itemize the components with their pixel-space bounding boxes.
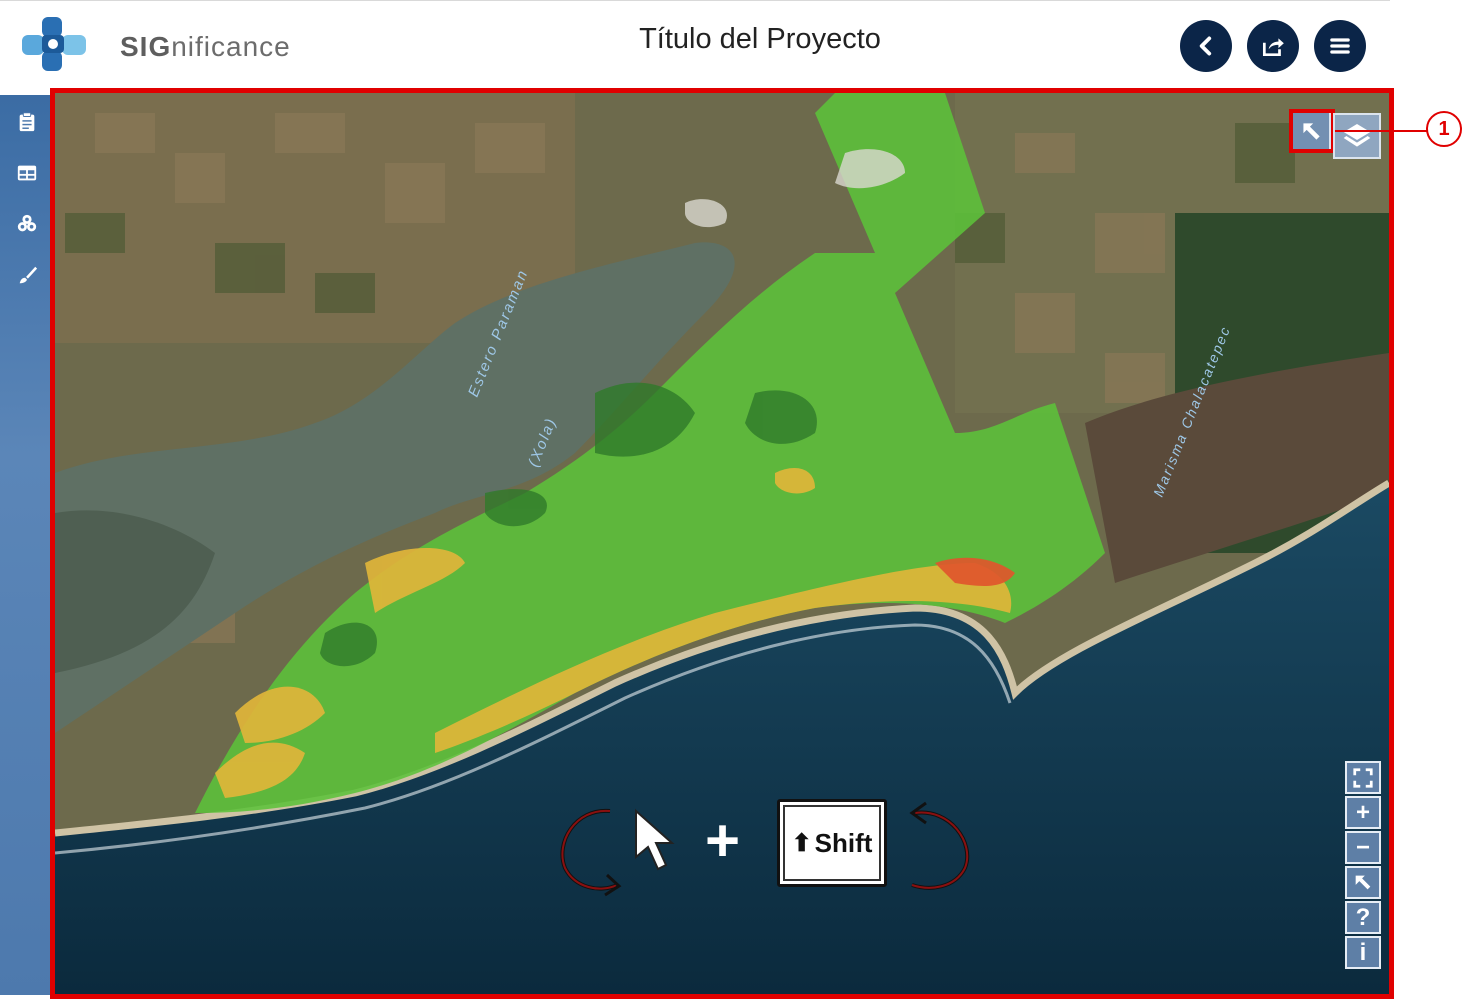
zoom-in-button[interactable]: +: [1345, 796, 1381, 829]
zoom-out-button[interactable]: −: [1345, 831, 1381, 864]
arrow-up-icon: ⬆: [791, 829, 812, 857]
info-button[interactable]: i: [1345, 936, 1381, 969]
menu-button[interactable]: [1314, 20, 1366, 72]
highlight-box: [1289, 109, 1335, 153]
cursor-arrow-icon: [635, 808, 675, 871]
rotate-hint: + ⬆ Shift: [555, 793, 985, 903]
project-title: Título del Proyecto: [639, 23, 881, 55]
layers-stack-icon: [17, 214, 37, 232]
significance-logo-icon: [22, 17, 86, 71]
arrow-up-left-icon: [1355, 875, 1371, 889]
help-button[interactable]: ?: [1345, 901, 1381, 934]
back-button[interactable]: [1180, 20, 1232, 72]
reset-north-button[interactable]: [1345, 866, 1381, 899]
hamburger-menu-icon: [1330, 38, 1350, 54]
brand-name: SIGnificance: [120, 31, 291, 62]
share-icon: [1262, 38, 1284, 57]
layers-button[interactable]: [1333, 113, 1381, 159]
table-icon: [17, 165, 37, 181]
sidebar-item-summary[interactable]: [14, 109, 40, 135]
sidebar-item-table[interactable]: [14, 160, 40, 186]
rotate-arrow-right-icon: [909, 801, 970, 890]
callout-number: 1: [1426, 111, 1462, 147]
share-button[interactable]: [1247, 20, 1299, 72]
left-sidebar: [0, 95, 50, 995]
sidebar-item-style[interactable]: [14, 262, 40, 288]
layers-icon: [1343, 124, 1371, 147]
paintbrush-icon: [19, 266, 38, 284]
map-controls: + − ? i: [1345, 761, 1381, 971]
shift-key-label: Shift: [814, 827, 873, 858]
callout-line: [1335, 130, 1428, 132]
shift-key: ⬆ Shift: [777, 799, 887, 887]
chevron-left-icon: [1199, 36, 1212, 56]
fullscreen-button[interactable]: [1345, 761, 1381, 794]
map-viewport[interactable]: Estero Paraman (Xola) Marisma Chalacatep…: [50, 88, 1394, 999]
sidebar-item-layers[interactable]: [14, 211, 40, 237]
plus-sign: +: [705, 807, 741, 874]
fullscreen-icon: [1353, 767, 1373, 788]
app-header: SIGnificance Título del Proyecto: [0, 0, 1390, 88]
clipboard-icon: [19, 112, 35, 132]
rotate-arrow-left-icon: [560, 808, 622, 897]
